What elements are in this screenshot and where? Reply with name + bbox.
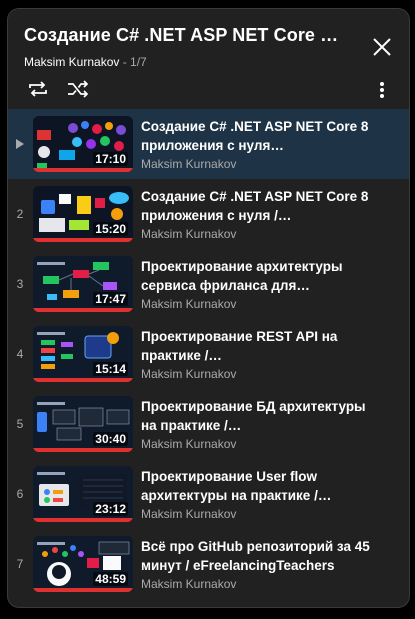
video-thumbnail[interactable]: 15:14 — [33, 326, 133, 382]
playlist-item[interactable]: 6 23:12 Проектирование User flow архитек… — [8, 459, 409, 529]
item-index: 3 — [16, 277, 24, 291]
video-thumbnail[interactable]: 17:47 — [33, 256, 133, 312]
video-thumbnail[interactable]: 23:12 — [33, 466, 133, 522]
watch-progress — [33, 308, 133, 312]
shuffle-icon — [68, 80, 89, 98]
video-thumbnail[interactable]: 17:10 — [33, 116, 133, 172]
video-title[interactable]: Проектирование User flow архитектуры на … — [141, 467, 376, 505]
playlist-item[interactable]: 5 30:40 Проектирование БД архитектуры на… — [8, 389, 409, 459]
video-channel[interactable]: Maksim Kurnakov — [141, 507, 236, 521]
video-channel[interactable]: Maksim Kurnakov — [141, 367, 236, 381]
shuffle-button[interactable] — [66, 79, 90, 99]
playlist-title[interactable]: Создание C# .NET ASP NET Core 8 ... — [24, 25, 344, 46]
play-indicator-icon — [16, 139, 24, 149]
watch-progress — [33, 168, 133, 172]
video-title[interactable]: Проектирование архитектуры сервиса фрила… — [141, 257, 376, 295]
item-index: 2 — [16, 207, 24, 221]
watch-progress — [33, 238, 133, 242]
video-title[interactable]: Всё про GitHub репозиторий за 45 минут /… — [141, 537, 376, 575]
video-thumbnail[interactable]: 48:59 — [33, 536, 133, 592]
video-channel[interactable]: Maksim Kurnakov — [141, 577, 236, 591]
duration-badge: 17:47 — [93, 292, 128, 306]
item-index: 4 — [16, 347, 24, 361]
duration-badge: 17:10 — [93, 152, 128, 166]
playlist-item[interactable]: 4 15:14 Проектирование REST API на практ… — [8, 319, 409, 389]
duration-badge: 30:40 — [93, 432, 128, 446]
video-title[interactable]: Создание C# .NET ASP NET Core 8 приложен… — [141, 187, 376, 225]
playlist-item[interactable]: 17:10 Создание C# .NET ASP NET Core 8 пр… — [8, 109, 409, 179]
playlist-owner[interactable]: Maksim Kurnakov — [24, 55, 119, 69]
loop-icon — [29, 81, 47, 97]
playlist-header: Создание C# .NET ASP NET Core 8 ... Maks… — [8, 9, 409, 109]
duration-badge: 23:12 — [93, 502, 128, 516]
watch-progress — [33, 518, 133, 522]
video-thumbnail[interactable]: 15:20 — [33, 186, 133, 242]
video-title[interactable]: Проектирование БД архитектуры на практик… — [141, 397, 376, 435]
more-vert-icon — [380, 82, 384, 98]
duration-badge: 48:59 — [93, 572, 128, 586]
more-options-button[interactable] — [372, 79, 392, 101]
close-button[interactable] — [368, 33, 396, 61]
playlist-item[interactable]: 3 17:47 Проектирование архитектуры серви… — [8, 249, 409, 319]
subtitle-separator: - — [119, 55, 131, 69]
item-index: 7 — [16, 557, 24, 571]
playlist-panel: Создание C# .NET ASP NET Core 8 ... Maks… — [7, 8, 410, 608]
watch-progress — [33, 588, 133, 592]
now-playing-indicator — [8, 109, 32, 179]
playlist-position: 1/7 — [130, 55, 147, 69]
video-channel[interactable]: Maksim Kurnakov — [141, 437, 236, 451]
watch-progress — [33, 448, 133, 452]
duration-badge: 15:14 — [93, 362, 128, 376]
video-title[interactable]: Проектирование REST API на практике /… — [141, 327, 376, 365]
video-thumbnail[interactable]: 30:40 — [33, 396, 133, 452]
video-title[interactable]: Создание C# .NET ASP NET Core 8 приложен… — [141, 117, 376, 155]
item-index: 5 — [16, 417, 24, 431]
video-channel[interactable]: Maksim Kurnakov — [141, 157, 236, 171]
watch-progress — [33, 378, 133, 382]
playlist-item[interactable]: 7 48:59 Всё про GitHub репозиторий за 45… — [8, 529, 409, 599]
close-icon — [373, 38, 391, 56]
loop-button[interactable] — [26, 79, 50, 99]
playlist-subtitle: Maksim Kurnakov - 1/7 — [24, 55, 147, 69]
video-channel[interactable]: Maksim Kurnakov — [141, 227, 236, 241]
playlist-item[interactable]: 2 15:20 Создание C# .NET ASP NET Core 8 … — [8, 179, 409, 249]
duration-badge: 15:20 — [93, 222, 128, 236]
item-index: 6 — [16, 487, 24, 501]
video-channel[interactable]: Maksim Kurnakov — [141, 297, 236, 311]
